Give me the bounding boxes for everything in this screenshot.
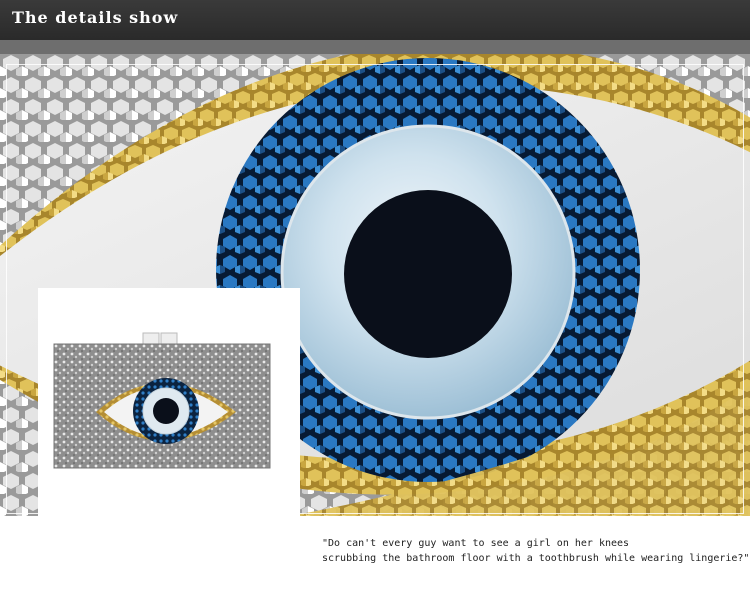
clutch-bag-image [53,332,271,469]
quote-text: "Do can't every guy want to see a girl o… [322,536,750,566]
quote-line-1: "Do can't every guy want to see a girl o… [322,538,630,549]
header-bar: The details show [0,0,750,40]
header-title: The details show [12,8,179,27]
header-divider-band [0,40,750,54]
product-thumbnail-card [38,288,300,583]
quote-line-2: scrubbing the bathroom floor with a toot… [322,553,750,564]
